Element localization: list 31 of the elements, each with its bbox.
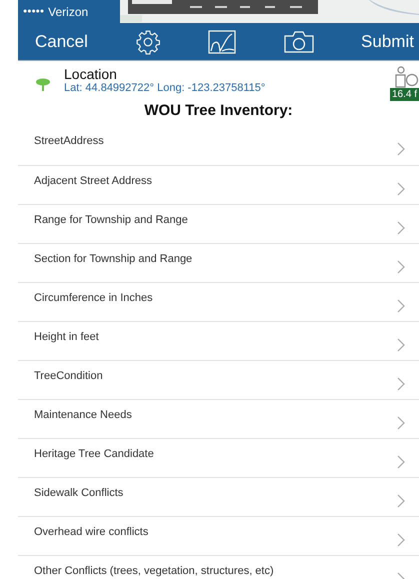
form-field-row[interactable]: Range for Township and Range	[18, 204, 419, 243]
form-title: WOU Tree Inventory:	[143, 102, 294, 121]
location-title: Location	[64, 66, 118, 82]
field-label: TreeCondition	[34, 370, 103, 382]
form-field-row[interactable]: Maintenance Needs	[18, 399, 419, 438]
field-label: Range for Township and Range	[34, 214, 188, 226]
field-label: StreetAddress	[34, 135, 104, 147]
distance-badge: 16.4 f	[390, 88, 419, 101]
field-label: Height in feet	[34, 331, 99, 343]
carrier-name: Verizon	[48, 4, 88, 18]
form-field-row[interactable]: Other Conflicts (trees, vegetation, structures, etc)	[18, 555, 419, 579]
submit-button[interactable]: Submit	[361, 32, 414, 52]
form-field-row[interactable]: Overhead wire conflicts	[18, 516, 419, 555]
form-field-row[interactable]: Circumference in Inches	[18, 282, 419, 321]
form-field-row[interactable]: Sidewalk Conflicts	[18, 477, 419, 516]
field-label: Sidewalk Conflicts	[34, 487, 124, 499]
form-field-row[interactable]: StreetAddress	[18, 126, 419, 165]
field-label: Overhead wire conflicts	[34, 526, 148, 538]
form-field-row[interactable]: TreeCondition	[18, 360, 419, 399]
form-field-row[interactable]: Adjacent Street Address	[18, 165, 419, 204]
field-label: Heritage Tree Candidate	[34, 448, 154, 460]
field-label: Other Conflicts (trees, vegetation, structures, etc)	[34, 565, 274, 577]
form-field-row[interactable]: Heritage Tree Candidate	[18, 438, 419, 477]
cancel-button[interactable]: Cancel	[35, 32, 88, 52]
field-label: Adjacent Street Address	[34, 175, 152, 187]
field-label: Section for Township and Range	[34, 253, 192, 265]
form-field-row[interactable]: Height in feet	[18, 321, 419, 360]
field-label: Circumference in Inches	[34, 292, 153, 304]
form-field-row[interactable]: Section for Township and Range	[18, 243, 419, 282]
coordinates-text: Lat: 44.84992722° Long: -123.23758115°	[64, 82, 266, 94]
field-label: Maintenance Needs	[34, 409, 132, 421]
